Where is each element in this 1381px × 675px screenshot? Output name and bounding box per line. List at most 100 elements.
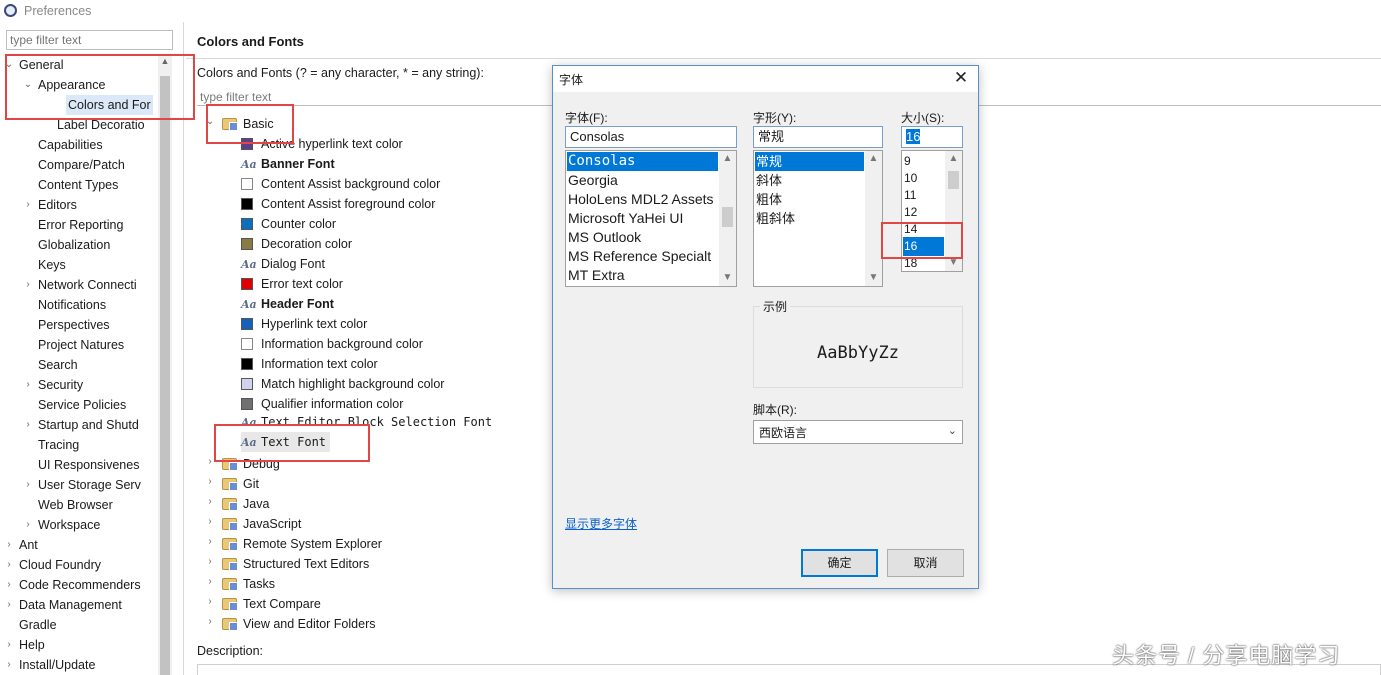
tree-item-compare-patch[interactable]: Compare/Patch	[38, 155, 125, 175]
tree-item-perspectives[interactable]: Perspectives	[38, 315, 110, 335]
chevron-right-icon[interactable]: ›	[4, 555, 14, 575]
more-fonts-link[interactable]: 显示更多字体	[565, 515, 637, 532]
font-name-input[interactable]: Consolas	[565, 126, 737, 148]
list-item[interactable]: HoloLens MDL2 Assets	[567, 190, 718, 209]
color-font-item-header-font[interactable]: Aa Header Font	[241, 294, 334, 314]
tree-group-git[interactable]: Git	[222, 474, 259, 494]
tree-item-web-browser[interactable]: Web Browser	[38, 495, 113, 515]
scroll-down-icon[interactable]: ▼	[865, 270, 882, 286]
tree-item-security[interactable]: Security	[38, 375, 83, 395]
scroll-up-icon[interactable]: ▲	[865, 151, 882, 167]
tree-item-search[interactable]: Search	[38, 355, 78, 375]
scroll-up-icon[interactable]: ▲	[719, 151, 736, 167]
list-item[interactable]: 11	[903, 186, 944, 205]
tree-group-java[interactable]: Java	[222, 494, 269, 514]
chevron-right-icon[interactable]: ›	[4, 655, 14, 675]
color-font-item-match-highlight-background-color[interactable]: Match highlight background color	[241, 374, 444, 394]
list-item[interactable]: 粗体	[755, 190, 864, 209]
close-icon[interactable]: ✕	[952, 68, 970, 88]
font-list-scrollbar[interactable]: ▲ ▼	[719, 151, 736, 286]
list-item[interactable]: 常规	[755, 152, 864, 171]
color-font-item-counter-color[interactable]: Counter color	[241, 214, 336, 234]
list-item[interactable]: 12	[903, 203, 944, 222]
list-item[interactable]: MS Reference Specialt	[567, 247, 718, 266]
chevron-right-icon[interactable]: ›	[205, 536, 215, 547]
tree-item-notifications[interactable]: Notifications	[38, 295, 106, 315]
tree-item-globalization[interactable]: Globalization	[38, 235, 110, 255]
color-font-item-hyperlink-text-color[interactable]: Hyperlink text color	[241, 314, 367, 334]
list-item[interactable]: 粗斜体	[755, 209, 864, 228]
chevron-right-icon[interactable]: ›	[23, 515, 33, 535]
list-item[interactable]: MS Outlook	[567, 228, 718, 247]
tree-item-gradle[interactable]: Gradle	[19, 615, 57, 635]
chevron-right-icon[interactable]: ›	[23, 475, 33, 495]
chevron-right-icon[interactable]: ›	[23, 415, 33, 435]
color-font-item-information-text-color[interactable]: Information text color	[241, 354, 378, 374]
tree-group-tasks[interactable]: Tasks	[222, 574, 275, 594]
tree-item-code-recommenders[interactable]: Code Recommenders	[19, 575, 141, 595]
scroll-up-icon[interactable]: ▲	[945, 151, 962, 167]
color-font-item-error-text-color[interactable]: Error text color	[241, 274, 343, 294]
tree-item-startup-and-shutd[interactable]: Startup and Shutd	[38, 415, 139, 435]
list-item[interactable]: 9	[903, 152, 944, 171]
chevron-right-icon[interactable]: ›	[4, 595, 14, 615]
tree-item-service-policies[interactable]: Service Policies	[38, 395, 126, 415]
color-font-item-qualifier-information-color[interactable]: Qualifier information color	[241, 394, 403, 414]
tree-item-error-reporting[interactable]: Error Reporting	[38, 215, 123, 235]
tree-item-capabilities[interactable]: Capabilities	[38, 135, 103, 155]
chevron-right-icon[interactable]: ›	[205, 616, 215, 627]
font-list-thumb[interactable]	[722, 207, 733, 227]
list-item[interactable]: Consolas	[567, 152, 718, 171]
chevron-right-icon[interactable]: ›	[23, 375, 33, 395]
style-list-scrollbar[interactable]: ▲ ▼	[865, 151, 882, 286]
font-style-list[interactable]: 粗斜体 粗体 斜体 常规 ▲ ▼	[753, 150, 883, 287]
tree-item-cloud-foundry[interactable]: Cloud Foundry	[19, 555, 101, 575]
tree-group-javascript[interactable]: JavaScript	[222, 514, 301, 534]
tree-group-structured-text-editors[interactable]: Structured Text Editors	[222, 554, 369, 574]
color-font-item-dialog-font[interactable]: Aa Dialog Font	[241, 254, 325, 274]
chevron-right-icon[interactable]: ›	[205, 576, 215, 587]
tree-group-text-compare[interactable]: Text Compare	[222, 594, 321, 614]
tree-item-editors[interactable]: Editors	[38, 195, 77, 215]
scroll-down-icon[interactable]: ▼	[719, 270, 736, 286]
tree-item-help[interactable]: Help	[19, 635, 45, 655]
list-item[interactable]: Microsoft YaHei UI	[567, 209, 718, 228]
tree-item-ui-responsivenes[interactable]: UI Responsivenes	[38, 455, 139, 475]
color-font-item-information-background-color[interactable]: Information background color	[241, 334, 423, 354]
tree-item-ant[interactable]: Ant	[19, 535, 38, 555]
left-scroll-thumb[interactable]	[160, 76, 170, 675]
chevron-right-icon[interactable]: ›	[205, 496, 215, 507]
chevron-right-icon[interactable]: ›	[4, 575, 14, 595]
chevron-right-icon[interactable]: ›	[4, 535, 14, 555]
left-filter-input[interactable]	[6, 30, 173, 50]
cancel-button[interactable]: 取消	[887, 549, 964, 577]
color-font-item-content-assist-background-color[interactable]: Content Assist background color	[241, 174, 440, 194]
tree-item-tracing[interactable]: Tracing	[38, 435, 79, 455]
chevron-right-icon[interactable]: ›	[205, 596, 215, 607]
tree-item-content-types[interactable]: Content Types	[38, 175, 118, 195]
chevron-right-icon[interactable]: ›	[23, 275, 33, 295]
list-item[interactable]: Georgia	[567, 171, 718, 190]
tree-item-workspace[interactable]: Workspace	[38, 515, 100, 535]
font-size-input[interactable]: 16	[901, 126, 963, 148]
tree-item-install-update[interactable]: Install/Update	[19, 655, 95, 675]
size-list-thumb[interactable]	[948, 171, 959, 189]
tree-group-view-and-editor-folders[interactable]: View and Editor Folders	[222, 614, 375, 634]
chevron-right-icon[interactable]: ›	[205, 476, 215, 487]
chevron-right-icon[interactable]: ›	[23, 195, 33, 215]
tree-item-keys[interactable]: Keys	[38, 255, 66, 275]
tree-item-user-storage-serv[interactable]: User Storage Serv	[38, 475, 141, 495]
chevron-right-icon[interactable]: ›	[205, 556, 215, 567]
color-font-item-decoration-color[interactable]: Decoration color	[241, 234, 352, 254]
chevron-right-icon[interactable]: ›	[205, 516, 215, 527]
color-font-item-banner-font[interactable]: Aa Banner Font	[241, 154, 335, 174]
chevron-right-icon[interactable]: ›	[4, 635, 14, 655]
font-style-input[interactable]: 常规	[753, 126, 883, 148]
color-font-item-content-assist-foreground-color[interactable]: Content Assist foreground color	[241, 194, 435, 214]
list-item[interactable]: 斜体	[755, 171, 864, 190]
tree-item-network-connecti[interactable]: Network Connecti	[38, 275, 137, 295]
tree-item-data-management[interactable]: Data Management	[19, 595, 122, 615]
tree-group-remote-system-explorer[interactable]: Remote System Explorer	[222, 534, 382, 554]
script-select[interactable]: 西欧语言 ⌄	[753, 420, 963, 444]
font-list[interactable]: MT Extra MS Reference Specialt MS Outlook M…	[565, 150, 737, 287]
